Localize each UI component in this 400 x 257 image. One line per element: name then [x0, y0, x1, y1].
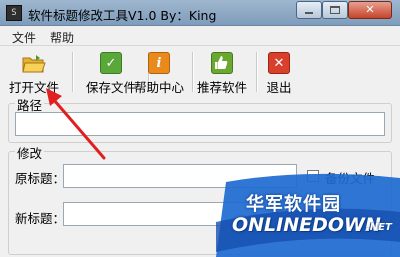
watermark-bottom-text: ONLINEDOWN: [232, 214, 381, 236]
watermark-top-text: 华军软件园: [246, 194, 341, 215]
watermark-suffix: .NET: [366, 222, 392, 233]
watermark-logo: 华军软件园 ONLINEDOWN .NET: [216, 172, 400, 257]
